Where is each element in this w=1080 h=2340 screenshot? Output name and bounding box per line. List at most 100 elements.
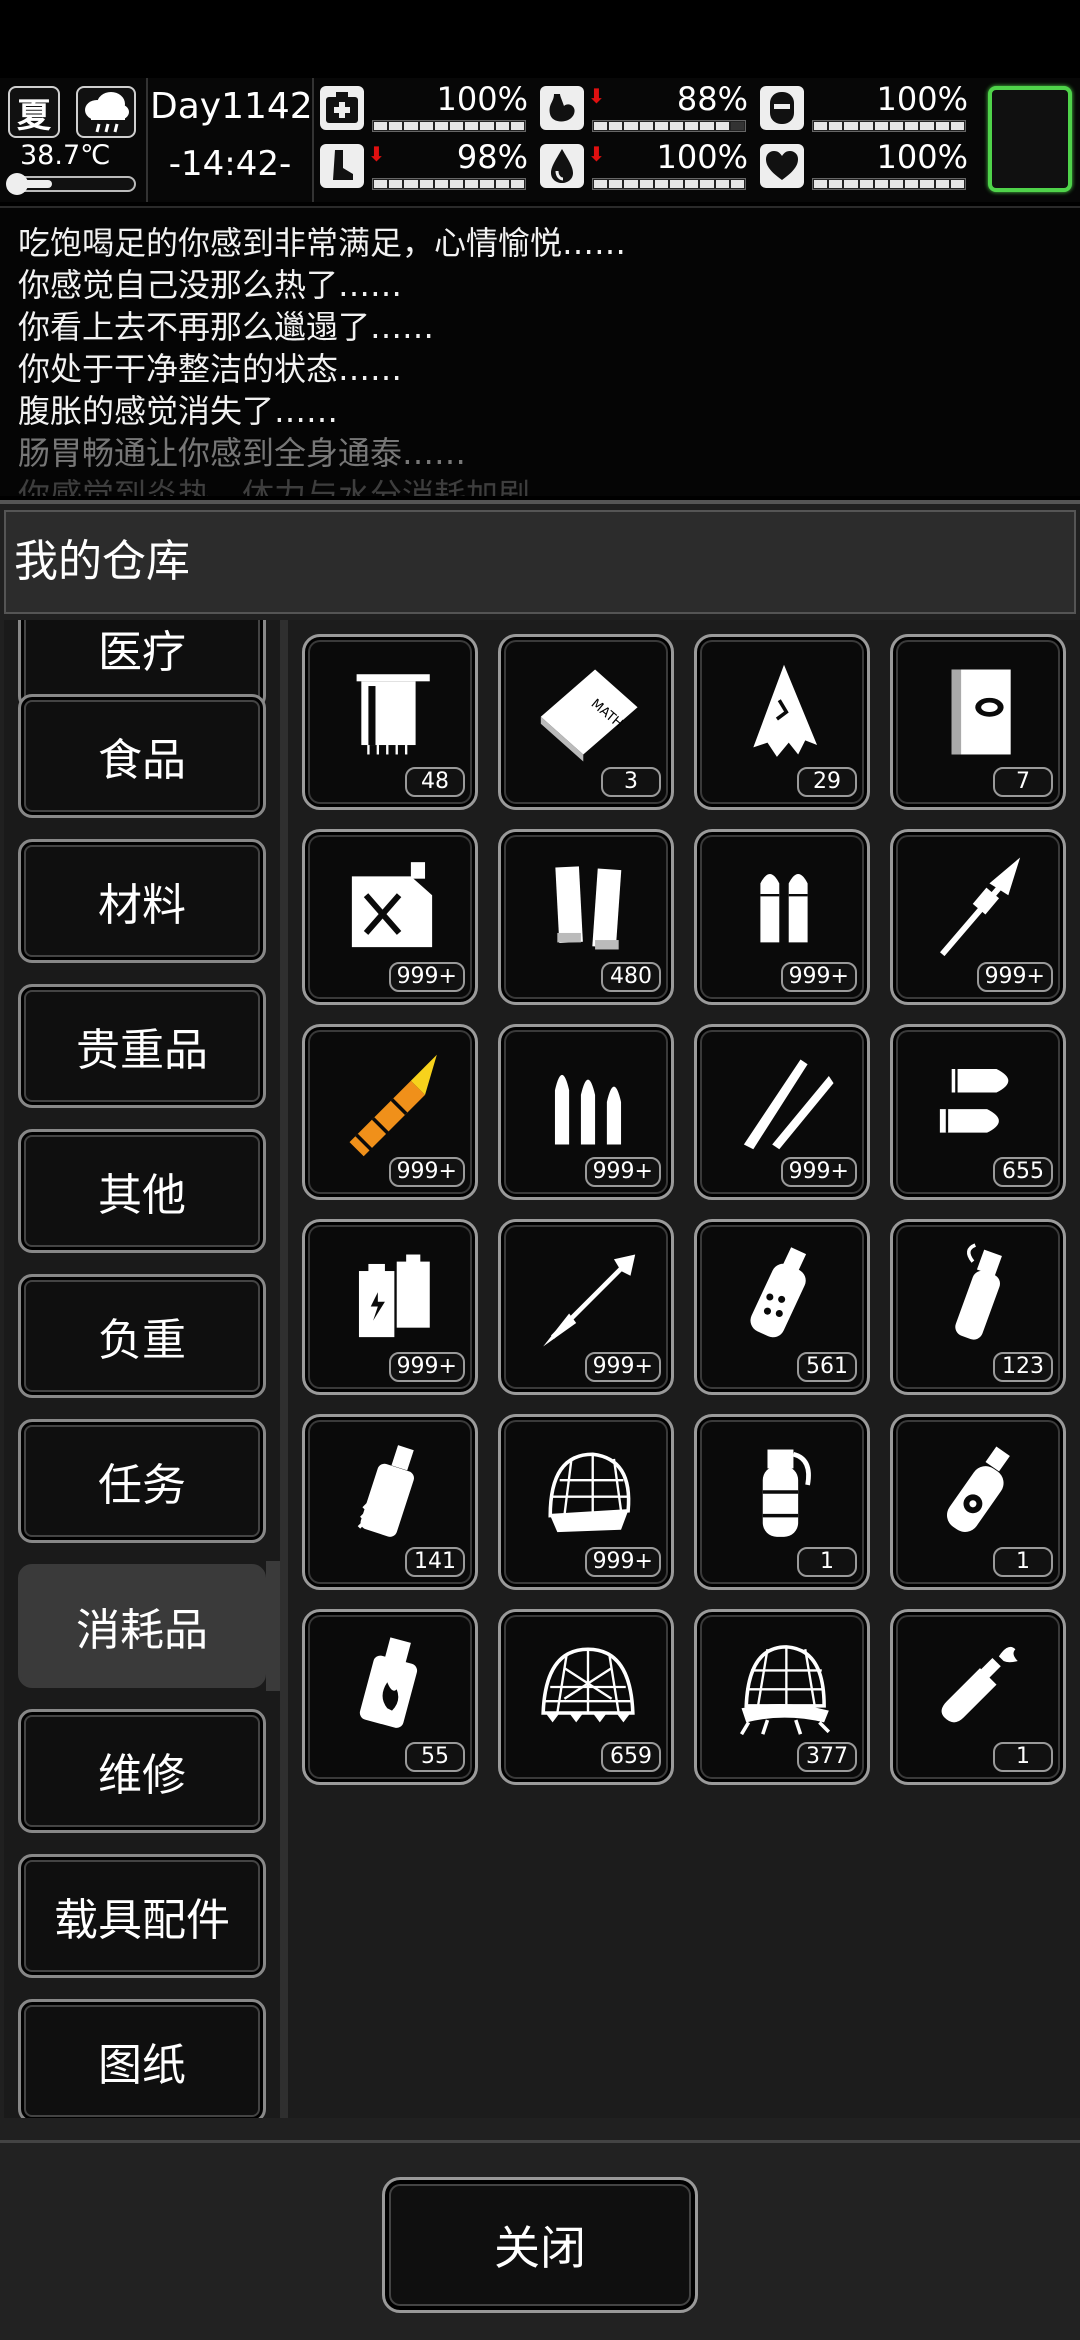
stat-bar-segment [495, 180, 509, 188]
item-slot[interactable]: 999+ [890, 829, 1066, 1005]
item-slot[interactable]: 377 [694, 1609, 870, 1785]
item-quantity: 999+ [584, 1157, 661, 1187]
stat-bar [812, 120, 966, 132]
item-quantity: 999+ [976, 962, 1053, 992]
stat-bar-segment [594, 122, 608, 130]
item-slot[interactable]: 48 [302, 634, 478, 810]
thermometer-bar [6, 173, 136, 195]
molotov-icon [941, 1646, 1018, 1723]
stat-bar-segment [419, 122, 433, 130]
item-slot[interactable]: 7 [890, 634, 1066, 810]
arrow-icon [543, 1254, 636, 1347]
item-slot[interactable]: 1 [694, 1414, 870, 1590]
shotgun-shells-icon [555, 866, 622, 950]
item-slot[interactable]: 999+ [498, 1024, 674, 1200]
item-quantity: 29 [797, 767, 857, 797]
category-quest[interactable]: 任务 [18, 1419, 266, 1543]
item-slot[interactable]: 141 [302, 1414, 478, 1590]
message-log[interactable]: 吃饱喝足的你感到非常满足，心情愉悦…… 你感觉自己没那么热了…… 你看上去不再那… [0, 206, 1080, 496]
stat-health: 100% [320, 80, 540, 136]
heavy-net-icon [740, 1645, 831, 1736]
stat-bar-segment [510, 180, 525, 188]
stat-bar-segment [389, 122, 403, 130]
item-slot[interactable]: 659 [498, 1609, 674, 1785]
torn-cloth-icon [753, 664, 818, 757]
heavy-slugs-icon [939, 1068, 1009, 1133]
item-slot[interactable]: 999+ [302, 829, 478, 1005]
category-other[interactable]: 其他 [18, 1129, 266, 1253]
flash-grenade-icon [357, 1445, 414, 1537]
item-slot[interactable]: 999+ [694, 829, 870, 1005]
category-blueprints[interactable]: 图纸 [18, 1999, 266, 2118]
stat-bar-segment [434, 122, 449, 130]
stat-bar [372, 178, 526, 190]
stat-bar-segment [609, 122, 623, 130]
item-quantity: 659 [601, 1742, 661, 1772]
item-quantity: 3 [601, 767, 661, 797]
stat-bar-segment [685, 122, 699, 130]
item-quantity: 141 [405, 1547, 465, 1577]
stat-mood: 100% [760, 80, 980, 136]
log-line: 你看上去不再那么邋遢了…… [18, 308, 435, 346]
category-materials[interactable]: 材料 [18, 839, 266, 963]
category-sidebar[interactable]: 医疗 食品 材料 贵重品 其他 负重 任务 消耗品 维修 载具配件 图纸 [4, 620, 280, 2118]
item-quantity: 999+ [780, 1157, 857, 1187]
category-consumables[interactable]: 消耗品 [18, 1564, 266, 1688]
category-repair[interactable]: 维修 [18, 1709, 266, 1833]
status-effect-slot[interactable] [988, 86, 1072, 192]
decrease-arrow-icon: ⬇ [588, 84, 605, 108]
spike-net-icon [541, 1647, 635, 1723]
category-food[interactable]: 食品 [18, 694, 266, 818]
category-vehicle-parts[interactable]: 载具配件 [18, 1854, 266, 1978]
stat-bar-segment [480, 122, 494, 130]
item-slot[interactable]: MATH 3 [498, 634, 674, 810]
item-quantity: 55 [405, 1742, 465, 1772]
stat-bar-segment [510, 122, 525, 130]
item-slot[interactable]: 1 [890, 1609, 1066, 1785]
item-slot[interactable]: 999+ [302, 1219, 478, 1395]
category-carry[interactable]: 负重 [18, 1274, 266, 1398]
stat-bar [592, 178, 746, 190]
stat-bar-segment [814, 122, 828, 130]
rocket-icon [940, 857, 1021, 957]
item-slot[interactable]: 999+ [498, 1219, 674, 1395]
stat-bar-segment [920, 122, 934, 130]
first-aid-icon [320, 86, 364, 130]
item-slot[interactable]: 29 [694, 634, 870, 810]
item-grid[interactable]: 48 MATH 3 29 7 999+ 480 999+ 999+ 999+ 9… [288, 620, 1080, 2118]
item-slot[interactable]: 999+ [498, 1414, 674, 1590]
item-slot[interactable]: 123 [890, 1219, 1066, 1395]
stat-bar [372, 120, 526, 132]
item-slot[interactable]: 999+ [694, 1024, 870, 1200]
gold-rocket-icon [349, 1054, 437, 1157]
stat-bar-segment [935, 180, 949, 188]
panel-title: 我的仓库 [4, 510, 1076, 614]
item-quantity: 999+ [584, 1547, 661, 1577]
item-slot[interactable]: 480 [498, 829, 674, 1005]
item-slot[interactable]: 561 [694, 1219, 870, 1395]
day-counter: Day1142 [150, 86, 313, 127]
item-quantity: 561 [797, 1352, 857, 1382]
close-button[interactable]: 关闭 [382, 2177, 698, 2313]
stat-bar-segment [419, 180, 433, 188]
bottom-bar: 关闭 [0, 2140, 1080, 2340]
item-quantity: 999+ [584, 1352, 661, 1382]
item-slot[interactable]: 999+ [302, 1024, 478, 1200]
item-slot[interactable]: 1 [890, 1414, 1066, 1590]
fuel-can-icon [351, 862, 433, 948]
stat-bar-segment [890, 180, 904, 188]
log-line: 腹胀的感觉消失了…… [18, 392, 339, 430]
item-slot[interactable]: 655 [890, 1024, 1066, 1200]
item-slot[interactable]: 55 [302, 1609, 478, 1785]
item-quantity: 48 [405, 767, 465, 797]
frag-grenade-icon [750, 1247, 807, 1338]
stat-bar-segment [700, 122, 714, 130]
item-quantity: 999+ [388, 962, 465, 992]
stat-bar [812, 178, 966, 190]
heart-icon [760, 144, 804, 188]
stat-bar-segment [654, 122, 669, 130]
stat-value: 98% [456, 138, 528, 176]
item-quantity: 480 [601, 962, 661, 992]
item-quantity: 7 [993, 767, 1053, 797]
category-valuables[interactable]: 贵重品 [18, 984, 266, 1108]
